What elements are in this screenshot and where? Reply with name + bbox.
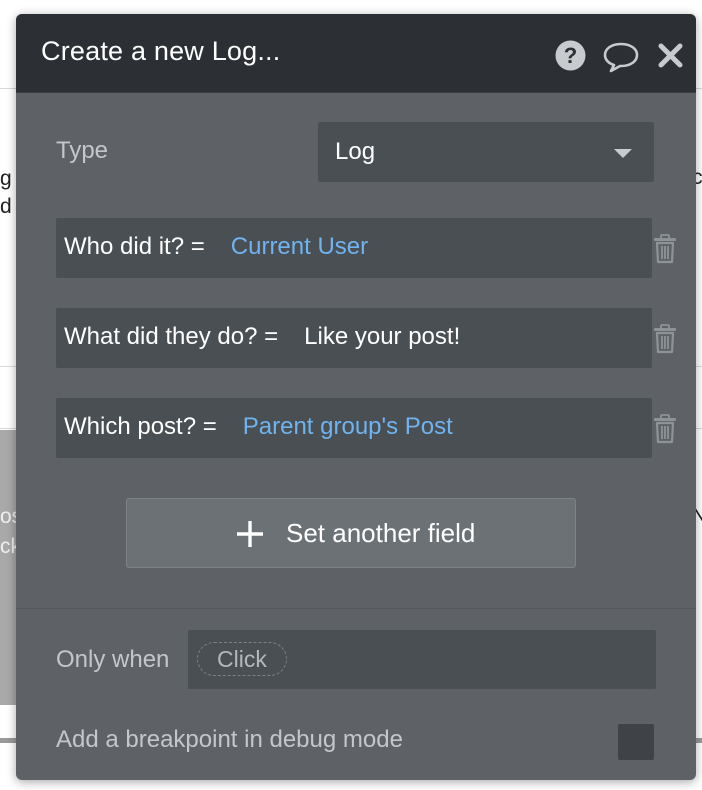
type-label: Type [56,137,109,164]
equals-sign: = [202,413,231,440]
bg-text-fragment: g [0,167,12,190]
field-value[interactable]: Like your post! [304,323,460,350]
only-when-condition-input[interactable]: Click [188,630,656,689]
trash-icon[interactable] [652,414,678,449]
chevron-down-icon [614,149,632,158]
field-label: What did they do? [64,323,265,350]
equals-sign: = [264,323,292,350]
only-when-label: Only when [56,646,170,673]
trash-icon[interactable] [652,234,678,269]
click-placeholder-chip[interactable]: Click [197,642,287,676]
field-value[interactable]: Parent group's Post [243,413,453,440]
field-row-what-did-they-do[interactable]: What did they do? = Like your post! [56,308,652,368]
comment-icon[interactable] [602,41,640,78]
field-row-which-post[interactable]: Which post? = Parent group's Post [56,398,652,458]
plus-icon [235,519,265,554]
help-icon[interactable]: ? [555,40,586,76]
type-select[interactable]: Log [318,122,654,182]
section-divider [16,608,696,609]
create-log-modal: Create a new Log... ? Type Log Who did i… [16,14,696,780]
svg-text:?: ? [564,43,577,68]
modal-header: Create a new Log... ? [16,14,696,93]
bg-text-fragment: d [0,195,12,218]
breakpoint-checkbox[interactable] [618,724,654,760]
equals-sign: = [190,233,219,260]
field-label: Who did it? [64,233,191,260]
field-label: Which post? [64,413,203,440]
modal-title: Create a new Log... [41,36,281,66]
trash-icon[interactable] [652,324,678,359]
close-icon[interactable] [657,42,684,74]
field-value[interactable]: Current User [231,233,368,260]
type-select-value: Log [335,138,376,165]
breakpoint-label: Add a breakpoint in debug mode [56,726,403,753]
field-row-who-did-it[interactable]: Who did it? = Current User [56,218,652,278]
set-another-field-label: Set another field [286,518,476,548]
set-another-field-button[interactable]: Set another field [126,498,576,568]
